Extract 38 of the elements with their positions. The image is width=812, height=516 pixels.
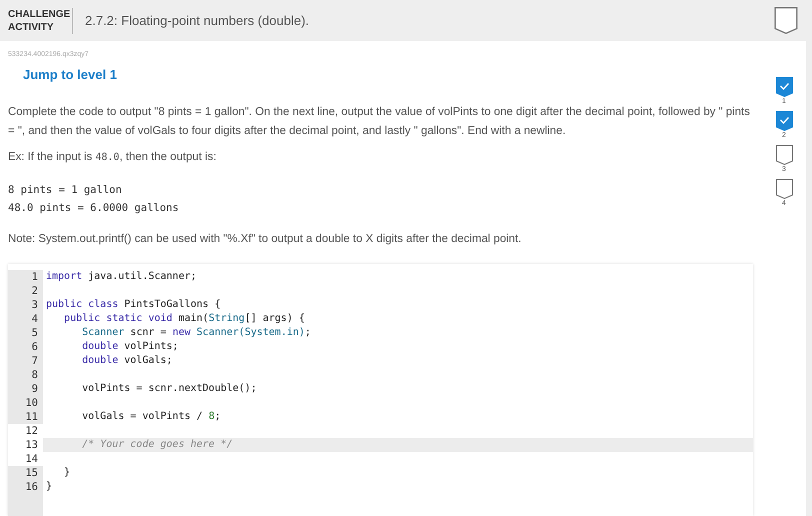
check-badge-icon <box>776 111 792 131</box>
code-line: } <box>45 480 52 494</box>
instructions-text: Complete the code to output "8 pints = 1 gallon". On the next line, output the value of volPints to one digit after the decimal point, followed by " pints = ", and then the value of volGals to four digits after the decimal point, and lastly " gallons". End with a newline. <box>8 105 751 139</box>
line-number: 6 <box>8 340 43 354</box>
code-line: double volPints; <box>81 340 178 354</box>
code-line: volPints = scnr.nextDouble(); <box>81 382 257 396</box>
line-number: 5 <box>8 326 43 340</box>
expected-output-line: 48.0 pints = 6.0000 gallons <box>8 201 180 216</box>
code-line: import java.util.Scanner; <box>45 270 197 284</box>
code-line: public class PintsToGallons { <box>45 298 221 312</box>
completion-badge-icon <box>774 7 798 34</box>
example-text: Ex: If the input is 48.0, then the output is: <box>8 150 218 165</box>
line-number: 11 <box>8 410 43 424</box>
code-line: public static void main(String[] args) { <box>63 312 305 326</box>
line-number: 15 <box>8 466 43 480</box>
note-text: Note: System.out.printf() can be used with "%.Xf" to output a double to X digits after the decimal point. <box>8 232 522 247</box>
line-number: 8 <box>8 368 43 382</box>
line-number: 4 <box>8 312 43 326</box>
code-line: volGals = volPints / 8; <box>81 410 221 424</box>
code-line: /* Your code goes here */ <box>81 438 233 452</box>
line-number: 9 <box>8 382 43 396</box>
line-number: 1 <box>8 270 43 284</box>
jump-link[interactable]: Jump to level 1 <box>23 67 117 82</box>
line-number: 10 <box>8 396 43 410</box>
line-number: 2 <box>8 284 43 298</box>
code-line: Scanner scnr = new Scanner(System.in); <box>81 326 311 340</box>
expected-output-line: 8 pints = 1 gallon <box>8 183 123 198</box>
activity-title: 2.7.2: Floating-point numbers (double). <box>85 13 310 28</box>
line-number: 3 <box>8 298 43 312</box>
line-number: 13 <box>8 438 43 452</box>
activity-label: CHALLENGE ACTIVITY <box>8 8 73 34</box>
check-badge-icon <box>776 77 792 97</box>
empty-badge-icon <box>776 145 792 165</box>
empty-badge-icon <box>776 179 792 199</box>
code-line: double volGals; <box>81 354 172 368</box>
code-line: } <box>63 466 70 480</box>
line-number: 16 <box>8 480 43 494</box>
line-number: 7 <box>8 354 43 368</box>
